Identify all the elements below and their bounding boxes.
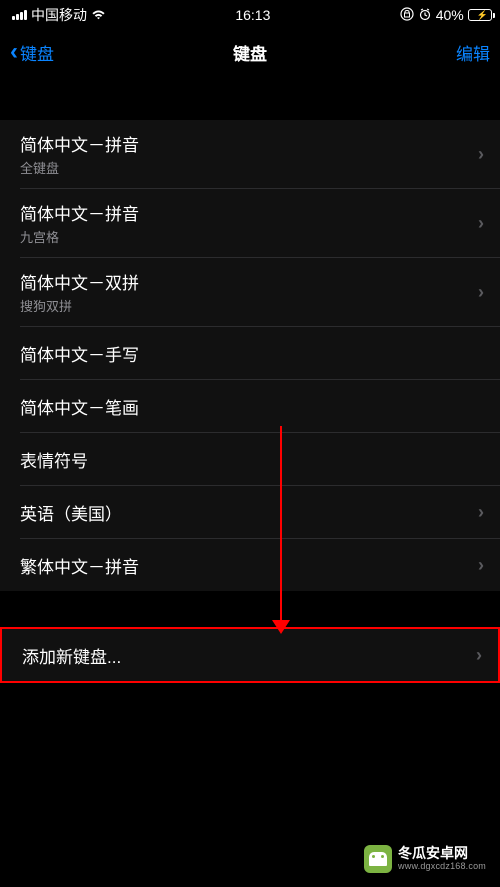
- add-keyboard-button[interactable]: 添加新键盘... ›: [2, 629, 498, 681]
- chevron-right-icon: ›: [478, 502, 484, 523]
- keyboard-subtitle: 全键盘: [20, 158, 139, 177]
- chevron-right-icon: ›: [478, 144, 484, 165]
- keyboard-title: 繁体中文－拼音: [20, 553, 139, 578]
- watermark: 冬瓜安卓网 www.dgxcdz168.com: [364, 845, 486, 873]
- keyboard-row-english-us[interactable]: 英语（美国） ›: [0, 486, 500, 538]
- status-left: 中国移动: [12, 5, 106, 25]
- keyboard-row-stroke[interactable]: 简体中文－笔画: [0, 380, 500, 432]
- keyboard-title: 简体中文－笔画: [20, 394, 139, 419]
- edit-button[interactable]: 编辑: [456, 40, 490, 65]
- chevron-right-icon: ›: [476, 645, 482, 666]
- status-time: 16:13: [235, 7, 270, 23]
- page-title: 键盘: [233, 40, 267, 65]
- keyboard-title: 表情符号: [20, 447, 88, 472]
- status-bar: 中国移动 16:13 40% ⚡: [0, 0, 500, 30]
- signal-icon: [12, 10, 27, 20]
- battery-percent: 40%: [436, 7, 464, 23]
- keyboard-title: 简体中文－拼音: [20, 131, 139, 156]
- alarm-icon: [418, 7, 432, 24]
- annotation-arrow-line: [280, 426, 282, 628]
- keyboard-row-pinyin-9grid[interactable]: 简体中文－拼音 九宫格 ›: [0, 189, 500, 257]
- carrier-label: 中国移动: [31, 5, 87, 25]
- keyboard-title: 简体中文－双拼: [20, 269, 139, 294]
- battery-icon: [468, 9, 495, 21]
- keyboard-row-pinyin-full[interactable]: 简体中文－拼音 全键盘 ›: [0, 120, 500, 188]
- status-right: 40% ⚡: [400, 7, 488, 24]
- watermark-title: 冬瓜安卓网: [398, 846, 486, 861]
- wifi-icon: [91, 9, 106, 21]
- back-button[interactable]: ‹ 键盘: [10, 38, 54, 66]
- keyboard-title: 英语（美国）: [20, 500, 122, 525]
- chevron-right-icon: ›: [478, 213, 484, 234]
- watermark-url: www.dgxcdz168.com: [398, 862, 486, 872]
- chevron-right-icon: ›: [478, 555, 484, 576]
- nav-bar: ‹ 键盘 键盘 编辑: [0, 30, 500, 74]
- annotation-arrow-head: [272, 620, 290, 634]
- keyboard-row-shuangpin[interactable]: 简体中文－双拼 搜狗双拼 ›: [0, 258, 500, 326]
- back-label: 键盘: [20, 40, 54, 65]
- keyboard-subtitle: 搜狗双拼: [20, 296, 139, 315]
- keyboard-subtitle: 九宫格: [20, 227, 139, 246]
- keyboard-row-traditional-pinyin[interactable]: 繁体中文－拼音 ›: [0, 539, 500, 591]
- add-keyboard-section: 添加新键盘... ›: [0, 627, 500, 683]
- keyboard-list: 简体中文－拼音 全键盘 › 简体中文－拼音 九宫格 › 简体中文－双拼 搜狗双拼…: [0, 120, 500, 591]
- orientation-lock-icon: [400, 7, 414, 24]
- chevron-left-icon: ‹: [10, 38, 18, 66]
- keyboard-title: 简体中文－拼音: [20, 200, 139, 225]
- keyboard-title: 简体中文－手写: [20, 341, 139, 366]
- watermark-logo-icon: [364, 845, 392, 873]
- keyboard-row-handwriting[interactable]: 简体中文－手写: [0, 327, 500, 379]
- add-keyboard-label: 添加新键盘...: [22, 643, 121, 668]
- chevron-right-icon: ›: [478, 282, 484, 303]
- keyboard-row-emoji[interactable]: 表情符号: [0, 433, 500, 485]
